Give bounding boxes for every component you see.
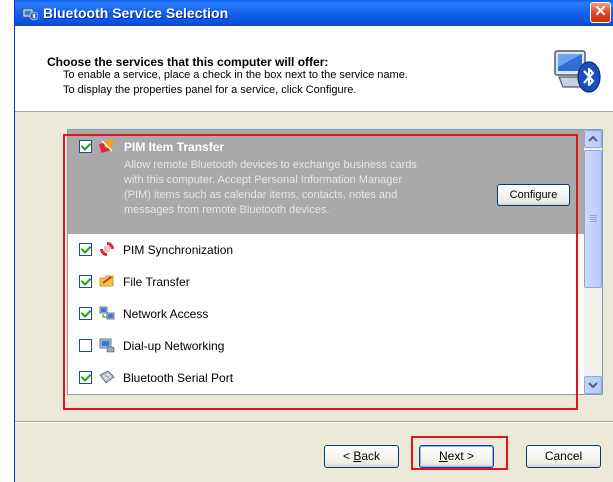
footer-divider — [15, 421, 613, 423]
back-prefix: < — [342, 449, 354, 463]
back-label: ack — [361, 449, 381, 463]
title-bar[interactable]: Bluetooth Service Selection ✕ — [15, 0, 613, 26]
cancel-button[interactable]: Cancel — [526, 445, 601, 468]
next-highlight-box — [411, 436, 508, 470]
close-button[interactable]: ✕ — [590, 2, 611, 23]
bluetooth-computer-icon — [554, 50, 601, 93]
vertical-scrollbar[interactable] — [584, 130, 602, 394]
chevron-up-icon — [588, 135, 598, 142]
header-instruction-1: To enable a service, place a check in th… — [63, 69, 408, 81]
window-title: Bluetooth Service Selection — [43, 5, 229, 21]
wizard-header: Choose the services that this computer w… — [15, 26, 613, 112]
back-button[interactable]: < Back — [324, 445, 399, 468]
header-title: Choose the services that this computer w… — [47, 55, 329, 69]
close-icon: ✕ — [594, 3, 607, 20]
header-instruction-2: To display the properties panel for a se… — [63, 84, 357, 96]
scrollbar-thumb[interactable] — [584, 150, 602, 288]
chevron-down-icon — [588, 382, 598, 389]
bluetooth-devices-icon — [22, 8, 38, 21]
scroll-up-button[interactable] — [584, 130, 602, 148]
scroll-down-button[interactable] — [584, 376, 602, 394]
services-highlight-box — [63, 134, 578, 410]
